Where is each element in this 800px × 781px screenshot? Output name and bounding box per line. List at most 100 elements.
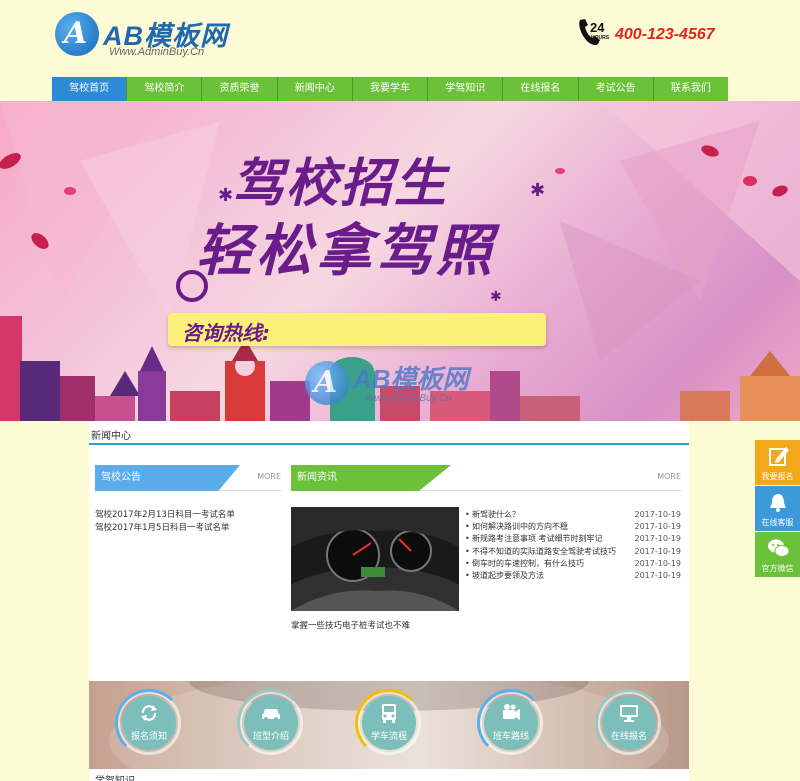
news-item-date: 2017-10-19 [634, 510, 682, 519]
notice-panel: 驾校公告 MORE 驾校2017年2月13日科目一考试名单 驾校2017年1月5日… [95, 465, 281, 635]
nav-item-5[interactable]: 我要学车 [353, 77, 429, 101]
bus-icon [382, 704, 396, 723]
edit-icon [769, 447, 789, 466]
hotline-badge: 24 [590, 20, 605, 35]
service-refresh[interactable]: 报名须知 [115, 689, 183, 757]
news-item-date: 2017-10-19 [634, 546, 682, 556]
news-item-title[interactable]: 新驾驶什么？ [472, 509, 520, 521]
nav-item-1[interactable]: 驾校首页 [52, 77, 128, 101]
news-item-date: 2017-10-19 [634, 570, 682, 580]
news-list: • 新驾驶什么？ 2017-10-19 • 如何解决路训中的方向不稳 2017-10-19… [465, 509, 681, 582]
banner-title-line2: 轻松拿驾照 [196, 219, 496, 284]
news-item[interactable]: • 新驾驶什么？ 2017-10-19 [465, 509, 681, 521]
news-center-header: 新闻中心 [89, 421, 689, 445]
hotline: 24 HOURS 400-123-4567 [576, 14, 746, 54]
nav-item-4[interactable]: 新闻中心 [278, 77, 353, 101]
service-label: 班车路线 [492, 732, 529, 742]
side-bell-button[interactable]: 在线客服 [755, 486, 800, 531]
news-tab-head: 新闻资讯 MORE [291, 465, 681, 491]
watermark-url: Www.AdminBuy.Cn [365, 393, 452, 404]
service-monitor[interactable]: 在线报名 [595, 689, 663, 757]
notice-tab-head: 驾校公告 MORE [95, 465, 281, 491]
svg-text:✱: ✱ [490, 289, 502, 305]
bullet-icon: • [465, 546, 470, 556]
side-button-label: 我要报名 [761, 472, 794, 481]
nav-item-8[interactable]: 考试公告 [579, 77, 654, 101]
service-camera[interactable]: 班车路线 [477, 689, 545, 757]
nav-item-6[interactable]: 学驾知识 [428, 77, 504, 101]
news-tab[interactable]: 新闻资讯 [291, 465, 451, 491]
site-header: A AB模板网 Www.AdminBuy.Cn 24 HOURS 400-123… [0, 0, 800, 76]
main-nav: 驾校首页 驾校简介 资质荣誉 新闻中心 我要学车 学驾知识 在线报名 考试公告 联系我们 [52, 77, 728, 101]
news-item-title[interactable]: 新规路考注意事项 考试细节时刻牢记 [472, 533, 603, 545]
news-more-link[interactable]: MORE [657, 472, 681, 481]
news-item-date: 2017-10-19 [634, 534, 682, 544]
side-edit-button[interactable]: 我要报名 [755, 440, 800, 485]
notice-tab[interactable]: 驾校公告 [95, 465, 240, 491]
main-content: 新闻中心 驾校公告 MORE 驾校2017年2月13日科目一考试名单 驾校2017… [89, 421, 689, 781]
notice-item[interactable]: 驾校2017年2月13日科目一考试名单 [95, 509, 281, 522]
monitor-icon [620, 705, 638, 722]
learn-knowledge-title: 学驾知识 [95, 772, 135, 781]
bullet-icon: • [465, 534, 470, 544]
side-toolbar: 我要报名在线客服官方微信 [755, 440, 800, 578]
nav-item-2[interactable]: 驾校简介 [127, 77, 203, 101]
news-item-title[interactable]: 不得不知道的实际道路安全驾驶考试技巧 [472, 546, 616, 558]
banner-watermark: A AB模板网 Www.AdminBuy.Cn [305, 353, 515, 421]
camera-icon [503, 704, 520, 720]
consult-hotline-bar: 咨询热线: [168, 313, 546, 346]
side-wechat-button[interactable]: 官方微信 [755, 532, 800, 577]
service-label: 在线报名 [610, 732, 647, 742]
news-item[interactable]: • 坡道起步要领及方法 2017-10-19 [465, 570, 681, 582]
hero-banner[interactable]: ✱ ✱ ✱ 驾校招生 轻松拿驾照 咨询热线: A AB模板网 Www.Admin… [0, 101, 800, 421]
service-label: 学车流程 [370, 732, 407, 742]
service-strip: 报名须知 班型介绍 学车流程 班车路线 在线报名 [89, 681, 689, 769]
nav-item-9[interactable]: 联系我们 [654, 77, 728, 101]
news-item-title[interactable]: 坡道起步要领及方法 [472, 570, 544, 582]
hotline-number: 400-123-4567 [615, 26, 715, 43]
watermark-text: AB模板网 [353, 364, 469, 394]
service-bus[interactable]: 学车流程 [355, 689, 423, 757]
side-button-label: 官方微信 [761, 564, 794, 573]
bullet-icon: • [465, 570, 470, 580]
refresh-icon [141, 705, 157, 721]
news-item[interactable]: • 新规路考注意事项 考试细节时刻牢记 2017-10-19 [465, 533, 681, 545]
service-label: 班型介绍 [252, 732, 289, 742]
bullet-icon: • [465, 510, 470, 519]
service-label: 报名须知 [130, 732, 167, 742]
news-center-title: 新闻中心 [91, 431, 131, 442]
news-item-date: 2017-10-19 [634, 522, 682, 532]
bullet-icon: • [465, 558, 470, 568]
news-photo[interactable] [291, 507, 459, 611]
service-car[interactable]: 班型介绍 [237, 689, 305, 757]
watermark-badge: A [305, 361, 349, 405]
car-icon [262, 709, 280, 721]
hotline-badge-sub: HOURS [591, 35, 610, 41]
news-item-date: 2017-10-19 [634, 558, 682, 568]
news-item-title[interactable]: 倒车时的车速控制，有什么技巧 [472, 558, 584, 570]
bell-icon [770, 494, 786, 512]
consult-label: 咨询热线: [182, 321, 270, 345]
phone-24h-icon: 24 HOURS [579, 19, 610, 46]
news-panel: 新闻资讯 MORE 掌握一些技巧电子桩考试也不难 • 新驾驶什么？ 2017-10-… [291, 465, 681, 699]
nav-item-3[interactable]: 资质荣誉 [202, 77, 278, 101]
site-logo[interactable]: A AB模板网 Www.AdminBuy.Cn [55, 12, 245, 64]
svg-text:✱: ✱ [530, 180, 545, 201]
banner-title-line1: 驾校招生 [232, 154, 449, 214]
logo-url: Www.AdminBuy.Cn [109, 46, 205, 58]
dashboard-image [291, 507, 459, 611]
news-item[interactable]: • 不得不知道的实际道路安全驾驶考试技巧 2017-10-19 [465, 546, 681, 558]
notice-list: 驾校2017年2月13日科目一考试名单 驾校2017年1月5日科目一考试名单 [95, 509, 281, 535]
notice-more-link[interactable]: MORE [257, 472, 281, 481]
news-item[interactable]: • 倒车时的车速控制，有什么技巧 2017-10-19 [465, 558, 681, 570]
news-item-title[interactable]: 如何解决路训中的方向不稳 [472, 521, 568, 533]
news-photo-caption[interactable]: 掌握一些技巧电子桩考试也不难 [291, 619, 410, 631]
svg-text:✱: ✱ [218, 185, 233, 206]
nav-item-7[interactable]: 在线报名 [503, 77, 579, 101]
news-item[interactable]: • 如何解决路训中的方向不稳 2017-10-19 [465, 521, 681, 533]
bullet-icon: • [465, 522, 470, 532]
side-button-label: 在线客服 [761, 518, 794, 527]
notice-item[interactable]: 驾校2017年1月5日科目一考试名单 [95, 522, 281, 535]
logo-badge: A [55, 12, 99, 56]
wechat-icon [768, 539, 789, 557]
